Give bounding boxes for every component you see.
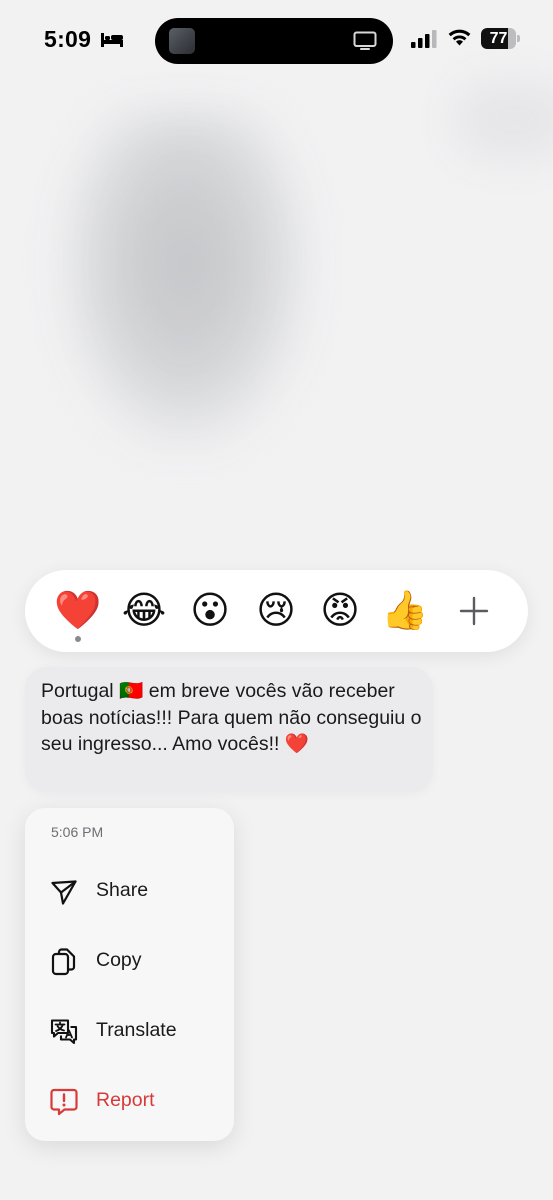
share-menu-item[interactable]: Share — [25, 863, 234, 919]
message-bubble[interactable]: Portugal 🇵🇹 em breve vocês vão receber b… — [25, 667, 433, 792]
translate-menu-item[interactable]: Translate — [25, 1003, 234, 1059]
reaction-angry[interactable]: 😡 — [314, 586, 366, 636]
cellular-signal-icon — [411, 30, 437, 48]
selected-reaction-indicator — [75, 636, 81, 642]
copy-icon — [51, 948, 76, 976]
plus-icon[interactable] — [457, 594, 491, 628]
report-label: Report — [96, 1089, 155, 1111]
message-text: Portugal 🇵🇹 em breve vocês vão receber b… — [41, 680, 422, 755]
blurred-header-element — [453, 80, 553, 160]
translate-icon — [50, 1019, 78, 1045]
status-bar: 5:09 77 — [0, 0, 553, 84]
translate-label: Translate — [96, 1019, 177, 1041]
message-timestamp: 5:06 PM — [51, 824, 104, 840]
report-icon — [50, 1088, 78, 1116]
now-playing-artwork — [169, 28, 195, 54]
sleep-focus-icon — [101, 33, 123, 47]
copy-menu-item[interactable]: Copy — [25, 933, 234, 989]
message-context-menu: 5:06 PM Share Copy Translate Report — [25, 808, 234, 1141]
share-label: Share — [96, 879, 149, 901]
reaction-bar: ❤️ 😂 😮 😢 😡 👍 — [25, 570, 528, 652]
copy-label: Copy — [96, 949, 142, 971]
report-menu-item[interactable]: Report — [25, 1073, 234, 1129]
reaction-crying[interactable]: 😢 — [250, 586, 302, 636]
battery-indicator: 77 — [481, 28, 521, 49]
tv-icon — [353, 31, 377, 50]
status-time: 5:09 — [44, 26, 92, 52]
reaction-tears-of-joy[interactable]: 😂 — [118, 586, 170, 636]
reaction-surprised[interactable]: 😮 — [184, 586, 236, 636]
blurred-photo — [60, 110, 310, 450]
share-icon — [51, 880, 77, 905]
reaction-thumbs-up[interactable]: 👍 — [379, 586, 431, 636]
wifi-icon — [448, 29, 471, 46]
reaction-heart[interactable]: ❤️ — [52, 586, 104, 636]
battery-percent: 77 — [489, 30, 508, 47]
dynamic-island[interactable] — [155, 18, 393, 64]
